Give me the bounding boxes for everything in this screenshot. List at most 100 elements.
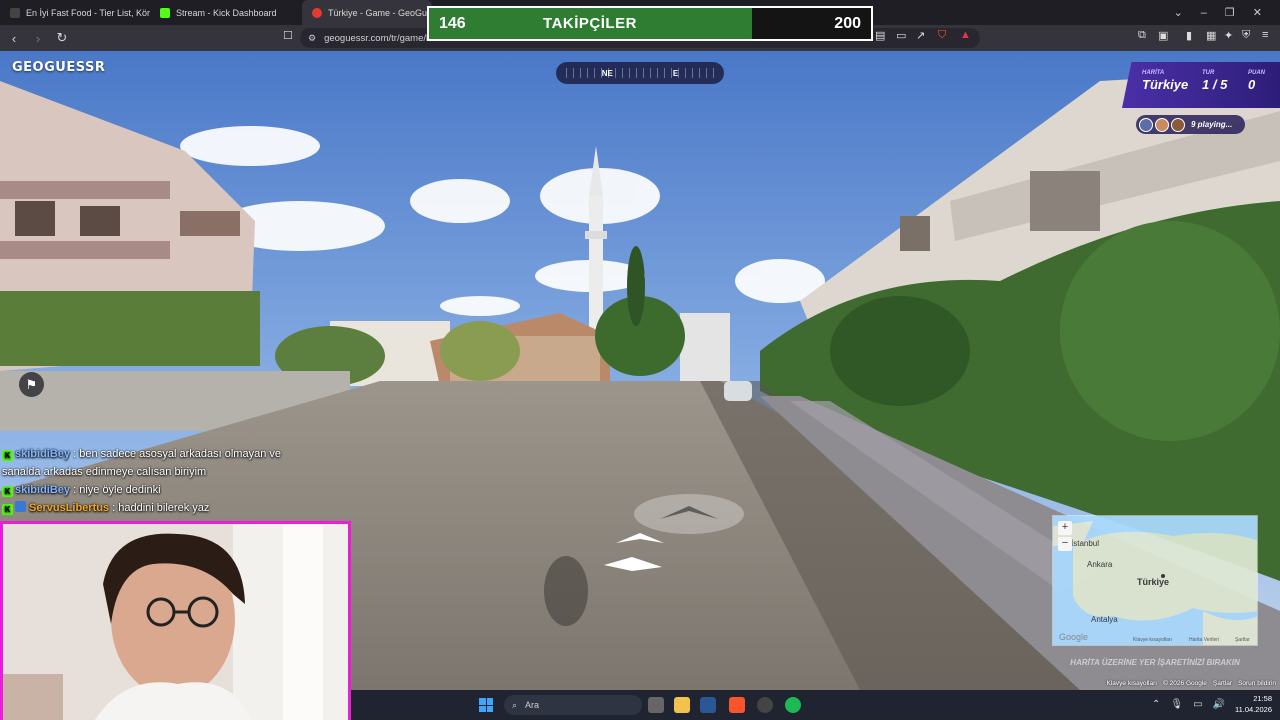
follower-goal-title: TAKİPÇİLER bbox=[543, 15, 637, 32]
file-explorer-icon[interactable] bbox=[674, 697, 690, 713]
site-info-icon[interactable]: ⚙ bbox=[308, 33, 316, 44]
logo-text: GEOGUESSR bbox=[12, 60, 106, 75]
close-icon[interactable]: ✕ bbox=[1253, 6, 1262, 19]
chevron-down-icon[interactable]: ⌄ bbox=[1174, 6, 1183, 19]
round-value: 1 / 5 bbox=[1202, 77, 1228, 92]
score-value: 0 bbox=[1248, 77, 1256, 92]
screenshot-icon[interactable]: ▣ bbox=[1158, 29, 1168, 42]
reload-icon[interactable]: ↻ bbox=[52, 30, 72, 46]
screen: En İyi Fast Food - Tier List, Kör Sırala… bbox=[0, 0, 1280, 720]
task-view-icon[interactable] bbox=[648, 697, 664, 713]
search-icon: ⌕ bbox=[512, 699, 518, 710]
score-label: PUAN bbox=[1248, 70, 1266, 76]
tab-geoguessr[interactable]: Türkiye - Game - GeoGuessr bbox=[302, 0, 432, 25]
leo-icon[interactable]: ✦ bbox=[1224, 29, 1233, 42]
brave-browser-icon[interactable] bbox=[729, 697, 745, 713]
vpn-icon[interactable]: ⛨ bbox=[1242, 29, 1250, 42]
webcam-overlay bbox=[0, 521, 351, 720]
players-online-badge[interactable]: 9 playing... bbox=[1136, 115, 1245, 134]
zoom-out-button[interactable]: − bbox=[1058, 537, 1072, 551]
guess-minimap[interactable]: İstanbul Ankara Türkiye Antalya Google K… bbox=[1052, 515, 1258, 646]
microphone-icon[interactable]: 🎙 bbox=[1170, 699, 1183, 710]
tab-kick-dashboard[interactable]: Stream - Kick Dashboard bbox=[150, 0, 302, 25]
menu-icon[interactable]: ≡ bbox=[1262, 29, 1268, 41]
follower-goal-target: 200 bbox=[834, 14, 861, 32]
spotify-icon[interactable] bbox=[785, 697, 801, 713]
tab-title: En İyi Fast Food - Tier List, Kör Sırala… bbox=[26, 7, 150, 18]
obs-icon[interactable] bbox=[757, 697, 773, 713]
back-icon[interactable]: ‹ bbox=[4, 31, 24, 46]
footer-report[interactable]: Sorun bildirin bbox=[1238, 680, 1276, 687]
minimap-footer-terms[interactable]: Şartlar bbox=[1235, 637, 1250, 643]
search-placeholder: Ara bbox=[525, 700, 540, 710]
chat-text: haddini bilerek yaz bbox=[118, 502, 210, 514]
taskbar-search[interactable]: ⌕ Ara bbox=[504, 695, 642, 715]
stream-chat: KskibidiBey : ben sadece asosyal arkadas… bbox=[2, 445, 322, 517]
minimap-footer-shortcuts[interactable]: Klavye kısayolları bbox=[1133, 637, 1172, 643]
chat-username: ServusLibertus bbox=[29, 502, 110, 514]
volume-icon[interactable]: 🔊 bbox=[1213, 699, 1225, 710]
cast-icon[interactable]: ▭ bbox=[896, 29, 906, 42]
kick-badge-icon: K bbox=[2, 450, 13, 461]
minimap-footer-mapdata[interactable]: Harita Verileri bbox=[1189, 637, 1219, 643]
avatar bbox=[1171, 117, 1185, 132]
subscriber-badge-icon bbox=[15, 501, 26, 512]
kick-badge-icon: K bbox=[2, 486, 13, 497]
google-attribution: Google bbox=[1059, 632, 1089, 642]
map-label: HARİTA bbox=[1142, 70, 1165, 76]
minimize-icon[interactable]: – bbox=[1201, 7, 1207, 19]
clock-time: 21:58 bbox=[1253, 694, 1272, 703]
geoguessr-logo[interactable]: GEOGUESSR bbox=[12, 60, 105, 75]
tab-tierlist[interactable]: En İyi Fast Food - Tier List, Kör Sırala… bbox=[0, 0, 150, 25]
compass: NE E bbox=[556, 62, 724, 84]
tab-title: Stream - Kick Dashboard bbox=[176, 7, 277, 18]
kick-icon bbox=[160, 7, 170, 18]
chat-message: KskibidiBey : ben sadece asosyal arkadas… bbox=[2, 448, 281, 478]
geoguessr-icon bbox=[312, 7, 322, 18]
chat-username: skibidiBey bbox=[15, 484, 71, 496]
windows-taskbar: ⌕ Ara ⌃ 🎙 ▭ 🔊 21:58 11.04.2026 bbox=[351, 690, 1280, 720]
window-controls: ⌄ – ❐ ✕ bbox=[1174, 0, 1280, 25]
tab-title: Türkiye - Game - GeoGuessr bbox=[328, 7, 432, 18]
share-icon[interactable]: ↗ bbox=[916, 29, 925, 42]
kick-badge-icon: K bbox=[2, 504, 13, 515]
return-to-start-icon[interactable]: ⚑ bbox=[19, 372, 44, 397]
chat-message: KskibidiBey : niye öyle dedinki bbox=[2, 481, 322, 499]
forward-icon[interactable]: › bbox=[28, 31, 48, 46]
reader-icon[interactable]: ▤ bbox=[875, 29, 885, 42]
map-info: HARİTA Türkiye bbox=[1142, 70, 1188, 92]
store-icon[interactable] bbox=[700, 697, 716, 713]
wallet-icon[interactable]: ▦ bbox=[1206, 29, 1216, 42]
footer-copyright: © 2026 Google bbox=[1163, 680, 1207, 687]
playing-count: 9 playing... bbox=[1191, 120, 1233, 129]
tierlist-icon bbox=[10, 7, 20, 18]
score-info: PUAN 0 bbox=[1248, 70, 1265, 92]
brave-shield-icon[interactable]: ⛉ bbox=[938, 29, 946, 42]
system-tray: ⌃ 🎙 ▭ 🔊 21:58 11.04.2026 bbox=[1152, 693, 1272, 715]
chat-username: skibidiBey bbox=[15, 448, 71, 460]
extensions-icon[interactable]: ⧉ bbox=[1138, 29, 1146, 42]
start-icon[interactable] bbox=[479, 698, 493, 712]
zoom-in-button[interactable]: + bbox=[1058, 521, 1072, 535]
footer-terms[interactable]: Şartlar bbox=[1213, 680, 1232, 687]
place-marker-hint: HARİTA ÜZERİNE YER İŞARETİNİZİ BIRAKIN bbox=[1070, 658, 1240, 667]
map-label-ankara: Ankara bbox=[1087, 560, 1113, 569]
map-label-antalya: Antalya bbox=[1091, 615, 1118, 624]
google-footer-links: Klavye kısayolları © 2026 Google Şartlar… bbox=[1107, 680, 1277, 687]
brave-rewards-icon[interactable]: ▲ bbox=[960, 29, 971, 41]
bookmark-icon[interactable]: ☐ bbox=[283, 29, 293, 42]
map-label-turkiye: Türkiye bbox=[1137, 577, 1170, 587]
chat-message: K ServusLibertus : haddini bilerek yaz bbox=[2, 499, 322, 517]
compass-heading-ne: NE bbox=[601, 68, 613, 78]
maximize-icon[interactable]: ❐ bbox=[1225, 6, 1235, 19]
clock-date: 11.04.2026 bbox=[1235, 705, 1272, 714]
map-label-istanbul: İstanbul bbox=[1071, 539, 1100, 548]
round-info: TUR 1 / 5 bbox=[1202, 70, 1227, 92]
clock[interactable]: 21:58 11.04.2026 bbox=[1235, 693, 1272, 715]
url-text: geoguessr.com/tr/game/h bbox=[324, 32, 432, 44]
compass-ticks bbox=[566, 68, 714, 78]
network-icon[interactable]: ▭ bbox=[1193, 699, 1202, 710]
sidebar-icon[interactable]: ▮ bbox=[1186, 29, 1192, 42]
footer-keyboard-shortcuts[interactable]: Klavye kısayolları bbox=[1107, 680, 1158, 687]
chevron-up-icon[interactable]: ⌃ bbox=[1152, 699, 1160, 710]
